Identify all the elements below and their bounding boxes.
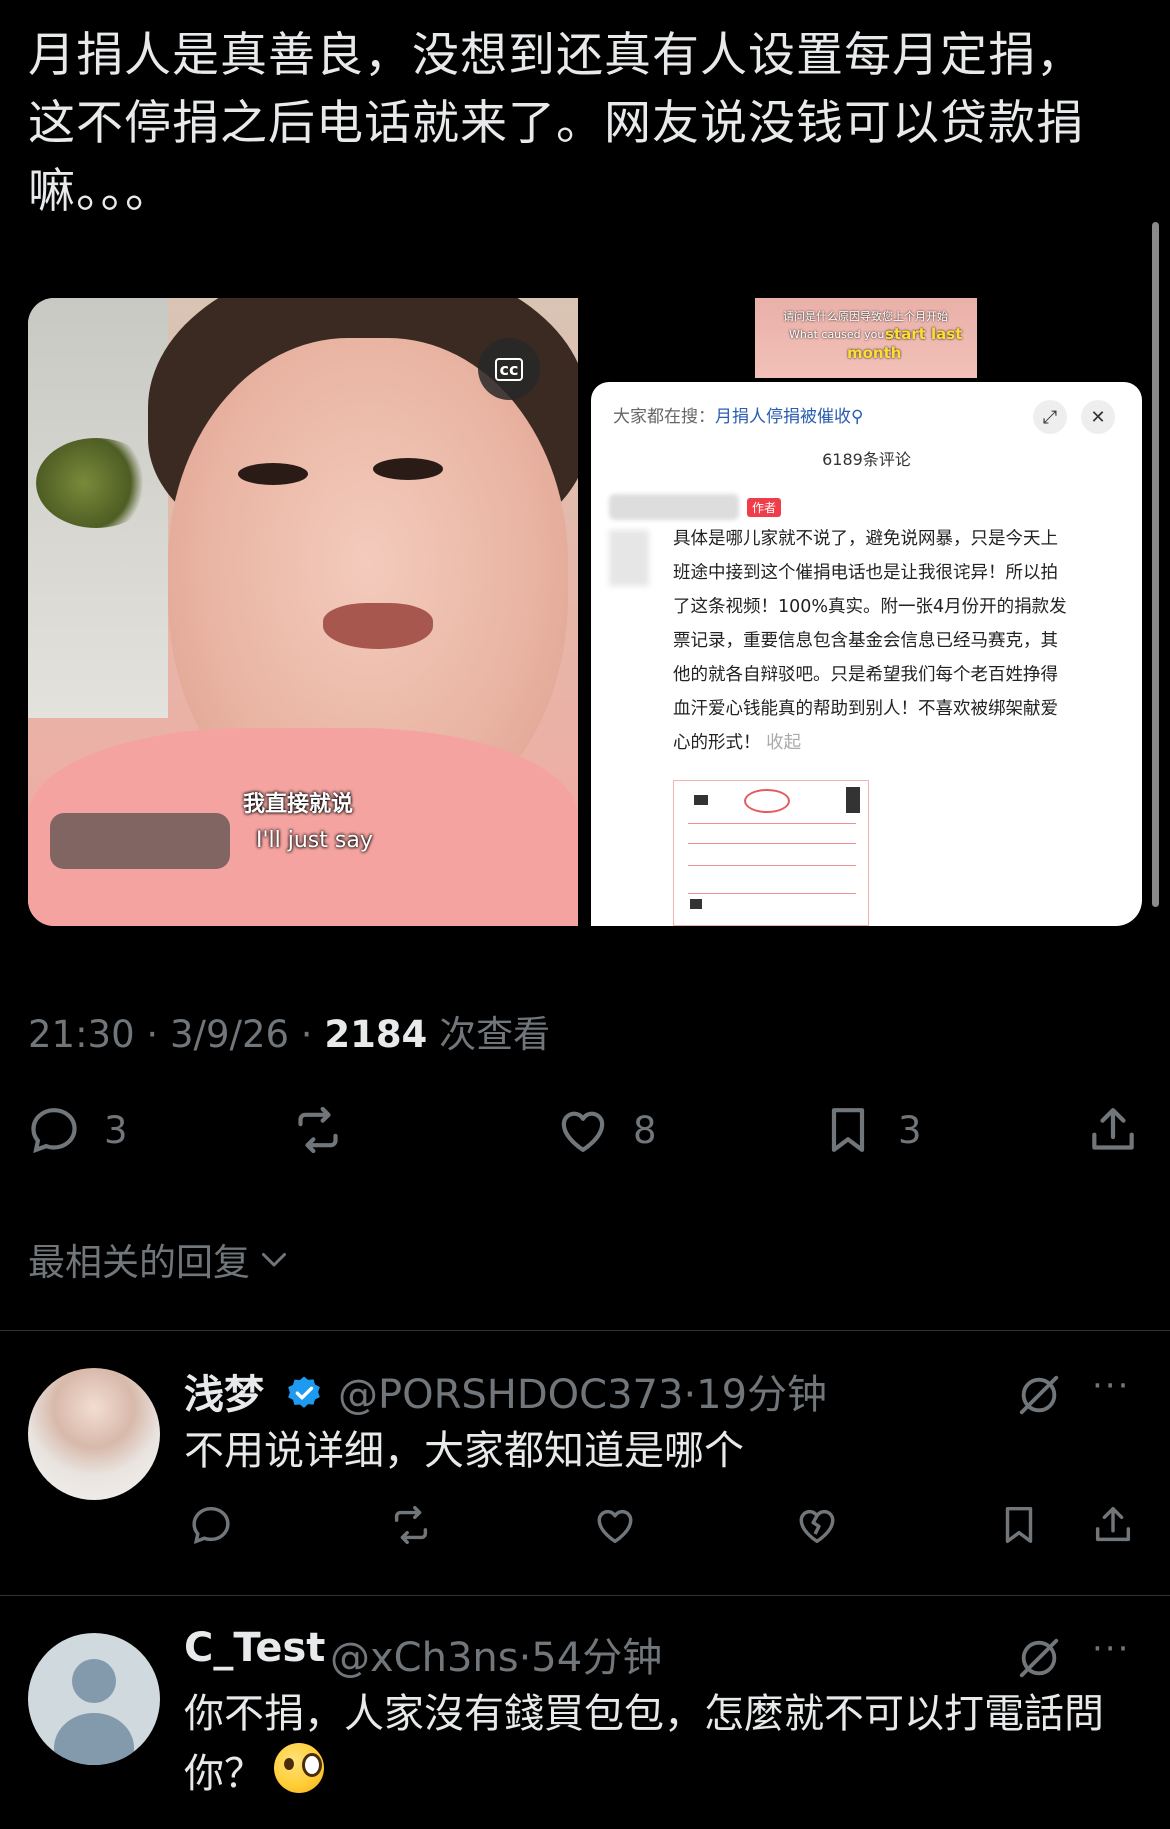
video-player[interactable]: cc 我直接就说 I'll just say bbox=[28, 298, 578, 926]
subtitle-english: I'll just say bbox=[256, 828, 373, 853]
thumb-caption-4: month bbox=[847, 344, 902, 362]
like-button[interactable]: 8 bbox=[555, 1102, 657, 1158]
like-button[interactable] bbox=[592, 1502, 638, 1548]
receipt-image bbox=[673, 780, 869, 926]
thumb-caption-1: 请问是什么原因导致您上个月开始 bbox=[783, 310, 948, 323]
reply-count: 3 bbox=[104, 1108, 128, 1152]
blurred-username bbox=[609, 494, 739, 520]
bookmark-icon bbox=[1005, 1506, 1033, 1544]
tweet-date: 3/9/26 bbox=[169, 1013, 290, 1056]
subtitle-chinese: 我直接就说 bbox=[243, 792, 354, 817]
meta-separator: · bbox=[289, 1013, 325, 1056]
scrollbar[interactable] bbox=[1152, 222, 1159, 907]
sort-label: 最相关的回复 bbox=[28, 1241, 250, 1284]
reply-handle: @xCh3ns bbox=[330, 1635, 519, 1681]
grok-icon[interactable] bbox=[1016, 1635, 1062, 1681]
search-keyword: 月捐人停捐被催收 bbox=[715, 407, 851, 427]
receipt-redaction bbox=[694, 795, 708, 805]
author-comment: 具体是哪儿家就不说了，避免说网暴，只是今天上班途中接到这个催捐电话也是让我很诧异… bbox=[673, 522, 1068, 760]
default-avatar[interactable] bbox=[28, 1633, 160, 1765]
avatar[interactable] bbox=[28, 1368, 160, 1500]
tweet-time: 21:30 bbox=[28, 1013, 135, 1056]
video-mouth bbox=[323, 603, 433, 649]
reply-button[interactable]: 3 bbox=[26, 1102, 128, 1158]
retweet-button[interactable] bbox=[290, 1102, 346, 1158]
blurred-avatar bbox=[609, 530, 649, 586]
blurred-watermark bbox=[50, 813, 230, 869]
thumb-caption-2: What caused you to bbox=[789, 328, 899, 341]
reply-time: ·54分钟 bbox=[518, 1635, 663, 1681]
cc-icon: cc bbox=[494, 357, 524, 381]
like-count: 8 bbox=[633, 1108, 657, 1152]
collapse-link: 收起 bbox=[766, 733, 802, 753]
search-suggestion: 大家都在搜：月捐人停捐被催收⚲ bbox=[613, 402, 863, 427]
reply-item[interactable]: C_Test @xCh3ns·54分钟 ··· 你不捐，人家沒有錢買包包，怎麼就… bbox=[0, 1595, 1170, 1829]
media-attachment[interactable]: cc 我直接就说 I'll just say 请问是什么原因导致您上个月开始 W… bbox=[28, 298, 1142, 926]
receipt-redaction bbox=[846, 787, 860, 813]
reply-author-name[interactable]: C_Test bbox=[184, 1625, 325, 1671]
avatar-head bbox=[72, 1659, 116, 1703]
reply-item[interactable]: 浅梦 @PORSHDOC373·19分钟 ··· 不用说详细，大家都知道是哪个 bbox=[0, 1330, 1170, 1595]
receipt-line bbox=[688, 865, 856, 866]
share-icon bbox=[1092, 1108, 1134, 1150]
retweet-button[interactable] bbox=[388, 1502, 434, 1548]
more-options-icon[interactable]: ··· bbox=[1092, 1629, 1130, 1669]
reply-handle-meta[interactable]: @xCh3ns·54分钟 bbox=[330, 1625, 662, 1683]
retweet-icon bbox=[298, 1106, 338, 1154]
receipt-line bbox=[688, 843, 856, 844]
expand-icon: ⤢ bbox=[1033, 400, 1067, 434]
video-eye-right bbox=[373, 458, 443, 480]
search-icon: ⚲ bbox=[851, 407, 864, 427]
reply-text-body: 你不捐，人家沒有錢買包包，怎麼就不可以打電話問你？ bbox=[184, 1691, 1104, 1797]
search-prefix: 大家都在搜： bbox=[613, 407, 715, 427]
share-button[interactable] bbox=[1085, 1102, 1141, 1158]
avatar-body bbox=[54, 1713, 134, 1765]
retweet-icon bbox=[394, 1506, 428, 1544]
reply-icon bbox=[31, 1108, 77, 1154]
zany-face-emoji-icon bbox=[274, 1743, 324, 1793]
receipt-redaction bbox=[690, 899, 702, 909]
close-icon: ✕ bbox=[1081, 400, 1115, 434]
author-badge: 作者 bbox=[747, 498, 782, 517]
reply-handle-meta[interactable]: @PORSHDOC373·19分钟 bbox=[338, 1362, 827, 1420]
bookmark-button[interactable] bbox=[996, 1502, 1042, 1548]
share-button[interactable] bbox=[1090, 1502, 1136, 1548]
meta-separator: · bbox=[134, 1013, 170, 1056]
bookmark-count: 3 bbox=[898, 1108, 922, 1152]
thumb-caption-3: start last bbox=[885, 325, 963, 343]
chevron-down-icon bbox=[262, 1253, 286, 1267]
captions-button[interactable]: cc bbox=[478, 338, 540, 400]
reply-text: 不用说详细，大家都知道是哪个 bbox=[184, 1428, 744, 1474]
comment-body: 具体是哪儿家就不说了，避免说网暴，只是今天上班途中接到这个催捐电话也是让我很诧异… bbox=[673, 529, 1067, 753]
tweet-text: 月捐人是真善良，没想到还真有人设置每月定捐，这不停捐之后电话就来了。网友说没钱可… bbox=[28, 28, 1084, 219]
share-icon bbox=[1095, 1506, 1131, 1542]
video-plant bbox=[36, 438, 156, 528]
comment-panel-screenshot[interactable]: 大家都在搜：月捐人停捐被催收⚲ ⤢ ✕ 6189条评论 作者 具体是哪儿家就不说… bbox=[591, 382, 1142, 926]
heart-icon bbox=[561, 1111, 605, 1152]
reply-author-name[interactable]: 浅梦 bbox=[184, 1362, 264, 1420]
video-thumbnail[interactable]: 请问是什么原因导致您上个月开始 What caused you to start… bbox=[755, 298, 977, 378]
reply-handle: @PORSHDOC373 bbox=[338, 1372, 684, 1418]
receipt-stamp bbox=[744, 789, 790, 813]
comment-count: 6189条评论 bbox=[822, 450, 911, 469]
bookmark-icon bbox=[831, 1108, 865, 1152]
broken-heart-icon bbox=[799, 1509, 835, 1544]
heart-icon bbox=[597, 1509, 633, 1544]
bookmark-button[interactable]: 3 bbox=[820, 1102, 922, 1158]
reply-time: ·19分钟 bbox=[683, 1372, 828, 1418]
video-eye-left bbox=[238, 463, 308, 485]
grok-icon[interactable] bbox=[1016, 1372, 1062, 1418]
verified-badge-icon bbox=[288, 1376, 320, 1408]
reply-icon bbox=[192, 1506, 230, 1544]
view-label: 次查看 bbox=[427, 1013, 551, 1056]
reply-sort-dropdown[interactable]: 最相关的回复 bbox=[28, 1232, 292, 1286]
view-count: 2184 bbox=[324, 1013, 428, 1056]
receipt-line bbox=[688, 823, 856, 824]
reply-button[interactable] bbox=[188, 1502, 234, 1548]
receipt-line bbox=[688, 893, 856, 894]
reply-text: 你不捐，人家沒有錢買包包，怎麼就不可以打電話問你？ bbox=[184, 1685, 1144, 1803]
dislike-button[interactable] bbox=[794, 1502, 840, 1548]
more-options-icon[interactable]: ··· bbox=[1092, 1366, 1130, 1406]
tweet-meta: 21:30 · 3/9/26 · 2184 次查看 bbox=[28, 1004, 550, 1058]
